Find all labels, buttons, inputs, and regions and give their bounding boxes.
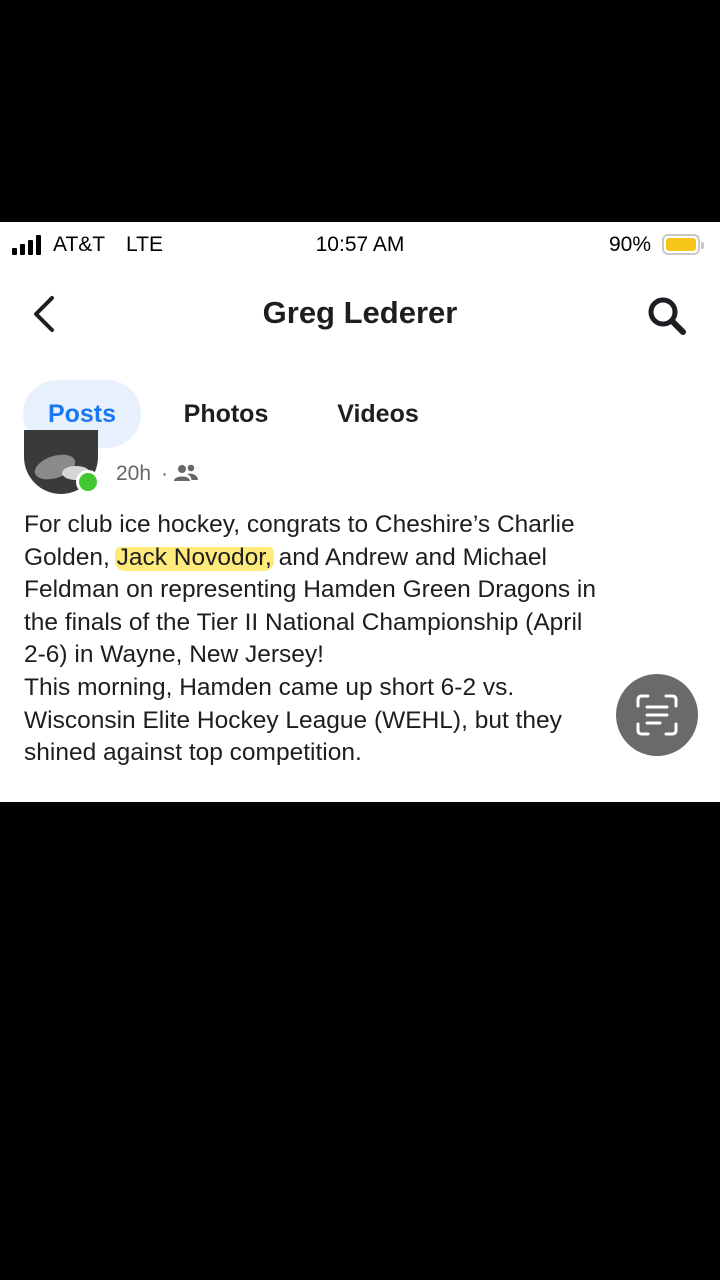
post-timestamp[interactable]: 20h xyxy=(116,462,151,486)
post-text: Golden, xyxy=(24,543,117,571)
post-line: the finals of the Tier II National Champ… xyxy=(24,608,583,636)
post-line: Feldman on representing Hamden Green Dra… xyxy=(24,576,596,604)
post-text: and Andrew and Michael xyxy=(271,543,547,571)
post-line: Golden, Jack Novodor, and Andrew and Mic… xyxy=(24,542,684,575)
meta-separator: · xyxy=(161,462,168,485)
post-line: 2-6) in Wayne, New Jersey! xyxy=(24,641,324,669)
post-line: shined against top competition. xyxy=(24,739,362,767)
screenshot-area: AT&T LTE 10:57 AM 90% Greg Lederer Posts… xyxy=(0,222,720,802)
highlighted-name: Jack Novodor, xyxy=(114,543,274,571)
post-line: For club ice hockey, congrats to Cheshir… xyxy=(24,511,575,538)
live-text-icon xyxy=(636,694,678,736)
post-body: For club ice hockey, congrats to Cheshir… xyxy=(24,509,684,770)
friends-icon xyxy=(174,464,198,481)
live-text-button[interactable] xyxy=(616,674,698,756)
battery-percent: 90% xyxy=(609,233,652,256)
post-line: This morning, Hamden came up short 6-2 v… xyxy=(24,673,515,701)
status-bar: AT&T LTE 10:57 AM 90% xyxy=(0,222,720,268)
search-icon[interactable] xyxy=(646,295,688,337)
battery-icon xyxy=(662,234,704,255)
online-status-dot xyxy=(76,470,100,494)
tab-videos[interactable]: Videos xyxy=(322,380,434,448)
post-line: Wisconsin Elite Hockey League (WEHL), bu… xyxy=(24,706,562,734)
tab-photos[interactable]: Photos xyxy=(166,380,286,448)
page-title: Greg Lederer xyxy=(262,295,458,330)
